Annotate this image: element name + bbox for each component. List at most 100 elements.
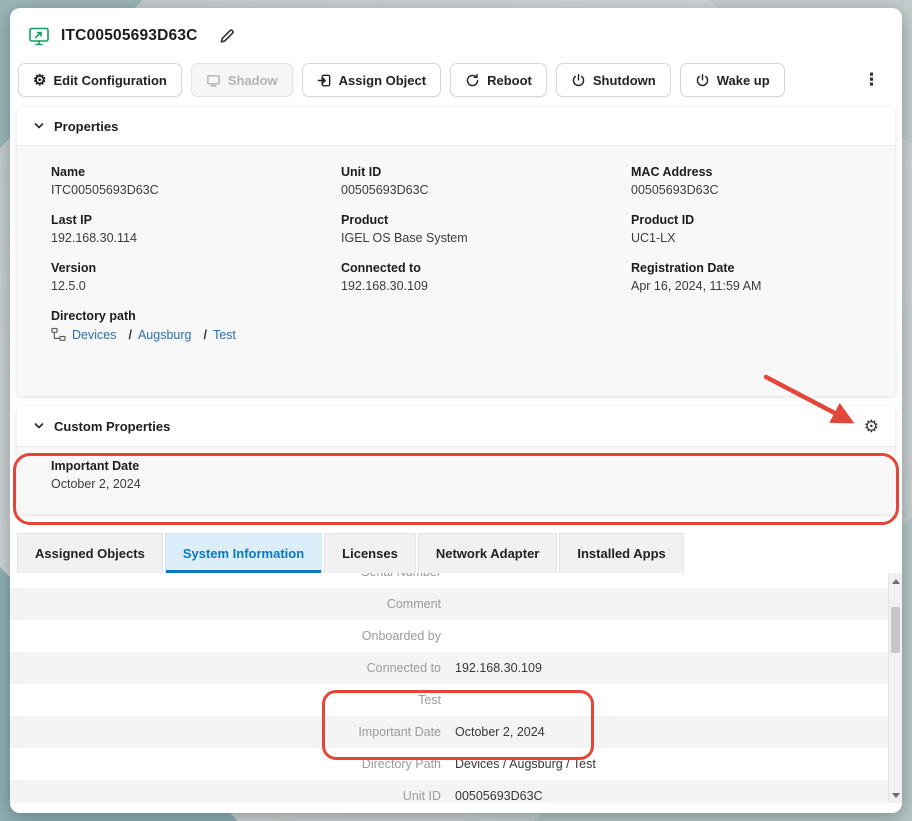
- directory-path-link[interactable]: Devices: [72, 328, 116, 342]
- property-field: MAC Address 00505693D63C: [631, 165, 875, 197]
- table-row: Important Date October 2, 2024: [10, 716, 902, 748]
- edit-configuration-button[interactable]: ⚙ Edit Configuration: [18, 63, 182, 97]
- custom-property-value: October 2, 2024: [51, 477, 875, 491]
- assign-object-icon: [317, 73, 332, 88]
- chevron-down-icon[interactable]: [33, 120, 45, 132]
- assign-object-button[interactable]: Assign Object: [302, 63, 441, 97]
- properties-body: Name ITC00505693D63C Unit ID 00505693D63…: [17, 145, 895, 396]
- custom-property-label: Important Date: [51, 459, 875, 473]
- property-label: Connected to: [341, 261, 631, 275]
- property-label: Unit ID: [341, 165, 631, 179]
- property-label: Product: [341, 213, 631, 227]
- property-label: Product ID: [631, 213, 875, 227]
- property-field: Version 12.5.0: [51, 261, 341, 293]
- property-value: IGEL OS Base System: [341, 231, 631, 245]
- tab-label: System Information: [183, 546, 304, 561]
- row-value: Devices / Augsburg / Test: [455, 757, 596, 771]
- system-information-table: Serial Number Comment Onboarded by Conne…: [10, 573, 902, 803]
- directory-path-link[interactable]: Test: [197, 328, 235, 342]
- window-header: ITC00505693D63C: [10, 8, 902, 54]
- row-value: 00505693D63C: [455, 789, 543, 803]
- reboot-button[interactable]: Reboot: [450, 63, 547, 97]
- directory-path-link[interactable]: Augsburg: [122, 328, 191, 342]
- property-field: Product IGEL OS Base System: [341, 213, 631, 245]
- tab-label: Assigned Objects: [35, 546, 145, 561]
- property-value: 12.5.0: [51, 279, 341, 293]
- row-label: Test: [10, 693, 441, 707]
- property-label: Name: [51, 165, 341, 179]
- more-actions-kebab-icon[interactable]: ⋮: [857, 70, 886, 90]
- property-value: 00505693D63C: [341, 183, 631, 197]
- table-row: Test: [10, 684, 902, 716]
- device-icon: [28, 25, 50, 47]
- row-value: October 2, 2024: [455, 725, 545, 739]
- gear-icon: ⚙: [33, 73, 46, 88]
- properties-header: Properties: [17, 107, 895, 145]
- property-field: Unit ID 00505693D63C: [341, 165, 631, 197]
- scrollbar-thumb[interactable]: [891, 607, 900, 653]
- assign-object-label: Assign Object: [339, 73, 426, 88]
- tab[interactable]: Network Adapter: [418, 533, 558, 573]
- custom-properties-title: Custom Properties: [54, 419, 170, 434]
- reboot-icon: [465, 73, 480, 88]
- scroll-down-button[interactable]: [889, 788, 902, 802]
- table-row: Comment: [10, 588, 902, 620]
- property-value: Apr 16, 2024, 11:59 AM: [631, 279, 875, 293]
- tab[interactable]: Assigned Objects: [17, 533, 163, 573]
- row-label: Important Date: [10, 725, 441, 739]
- chevron-down-icon[interactable]: [33, 420, 45, 432]
- property-label: Last IP: [51, 213, 341, 227]
- scroll-down-icon: [892, 793, 900, 798]
- custom-properties-body: Important Date October 2, 2024: [17, 446, 895, 514]
- custom-properties-gear-icon[interactable]: ⚙: [864, 418, 879, 435]
- property-field: Last IP 192.168.30.114: [51, 213, 341, 245]
- row-label: Comment: [10, 597, 441, 611]
- tree-icon: [51, 327, 66, 342]
- directory-path-field: Directory path Devices Augsburg Test: [51, 309, 341, 342]
- table-row: Connected to 192.168.30.109: [10, 652, 902, 684]
- shadow-button[interactable]: Shadow: [191, 63, 293, 97]
- custom-properties-header: Custom Properties ⚙: [17, 406, 895, 446]
- scroll-up-button[interactable]: [889, 574, 902, 588]
- row-label: Unit ID: [10, 789, 441, 803]
- row-value: 192.168.30.109: [455, 661, 542, 675]
- table-row: Unit ID 00505693D63C: [10, 780, 902, 803]
- property-label: Registration Date: [631, 261, 875, 275]
- tab[interactable]: System Information: [165, 533, 322, 573]
- tab-label: Installed Apps: [577, 546, 665, 561]
- properties-title: Properties: [54, 119, 118, 134]
- tab-bar: Assigned Objects System Information Lice…: [10, 533, 902, 573]
- reboot-label: Reboot: [487, 73, 532, 88]
- power-icon: [571, 73, 586, 88]
- wake-up-label: Wake up: [717, 73, 770, 88]
- table-row: Directory Path Devices / Augsburg / Test: [10, 748, 902, 780]
- device-detail-window: ITC00505693D63C ⚙ Edit Configuration Sha…: [10, 8, 902, 813]
- shutdown-button[interactable]: Shutdown: [556, 63, 671, 97]
- property-field: Product ID UC1-LX: [631, 213, 875, 245]
- property-value: 192.168.30.109: [341, 279, 631, 293]
- directory-path-label: Directory path: [51, 309, 341, 323]
- rename-pencil-icon[interactable]: [218, 27, 236, 45]
- tab-label: Licenses: [342, 546, 398, 561]
- custom-property-field: Important Date October 2, 2024: [51, 459, 875, 491]
- custom-properties-section: Custom Properties ⚙ Important Date Octob…: [17, 406, 895, 514]
- vertical-scrollbar[interactable]: [888, 573, 902, 803]
- table-row: Onboarded by: [10, 620, 902, 652]
- tab[interactable]: Licenses: [324, 533, 416, 573]
- properties-section: Properties Name ITC00505693D63C Unit ID …: [17, 107, 895, 396]
- property-value: ITC00505693D63C: [51, 183, 341, 197]
- property-field: Connected to 192.168.30.109: [341, 261, 631, 293]
- row-label: Directory Path: [10, 757, 441, 771]
- row-label: Onboarded by: [10, 629, 441, 643]
- property-value: 192.168.30.114: [51, 231, 341, 245]
- edit-configuration-label: Edit Configuration: [53, 73, 166, 88]
- wake-up-button[interactable]: Wake up: [680, 63, 785, 97]
- page-title: ITC00505693D63C: [61, 27, 198, 45]
- tab-label: Network Adapter: [436, 546, 540, 561]
- tab[interactable]: Installed Apps: [559, 533, 683, 573]
- power-icon: [695, 73, 710, 88]
- system-information-panel: Serial Number Comment Onboarded by Conne…: [10, 573, 902, 803]
- scroll-up-icon: [892, 579, 900, 584]
- property-label: Version: [51, 261, 341, 275]
- table-row: Serial Number: [10, 573, 902, 588]
